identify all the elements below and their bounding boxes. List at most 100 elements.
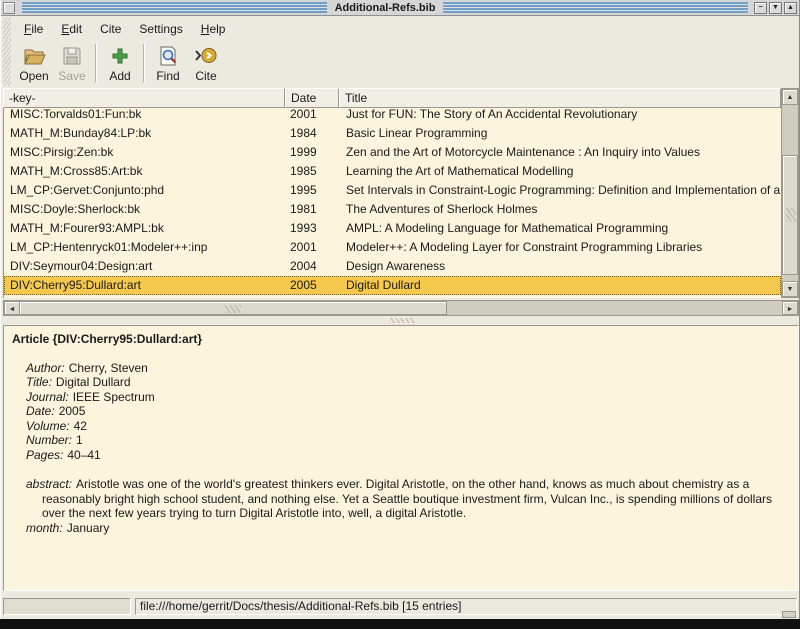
toolbar: Open Save Add [1, 40, 799, 86]
table-row[interactable]: DIV:Seymour04:Design:art2004Design Aware… [4, 257, 781, 276]
cell-title: Set Intervals in Constraint-Logic Progra… [340, 181, 781, 200]
cell-key: DIV:Seymour04:Design:art [4, 257, 286, 276]
cell-date: 2005 [286, 276, 340, 295]
detail-field: Journal: IEEE Spectrum [26, 390, 790, 405]
open-button[interactable]: Open [15, 40, 53, 86]
detail-field: Date: 2005 [26, 404, 790, 419]
status-progress-area [3, 598, 131, 615]
scroll-right-icon[interactable]: ► [782, 301, 798, 315]
toolbar-separator [143, 44, 145, 82]
field-label: Journal: [26, 390, 69, 404]
cell-date: 2001 [286, 108, 340, 124]
cell-title: AMPL: A Modeling Language for Mathematic… [340, 219, 781, 238]
menu-settings[interactable]: Settings [130, 19, 191, 39]
column-header-date[interactable]: Date [285, 88, 339, 108]
pane-splitter[interactable] [1, 316, 799, 325]
scroll-thumb-grip [225, 305, 241, 313]
menu-file[interactable]: File [15, 19, 52, 39]
window-resize-grip[interactable] [782, 611, 796, 618]
vertical-scrollbar-thumb[interactable] [782, 155, 798, 275]
scroll-left-icon[interactable]: ◄ [4, 301, 20, 315]
cell-title: Digital Dullard [340, 276, 781, 295]
table-row[interactable]: MATH_M:Fourer93:AMPL:bk1993AMPL: A Model… [4, 219, 781, 238]
minimize-button[interactable]: − [754, 2, 767, 14]
save-button-label: Save [58, 69, 85, 83]
scroll-up-icon[interactable]: ▲ [782, 89, 798, 105]
field-value: Cherry, Steven [69, 361, 148, 375]
titlebar[interactable]: Additional-Refs.bib − ▼ ▲ [1, 0, 799, 16]
menu-cite[interactable]: Cite [91, 19, 130, 39]
titlebar-stripe-left [22, 2, 327, 13]
desktop-background [0, 619, 800, 629]
cell-key: MATH_M:Bunday84:LP:bk [4, 124, 286, 143]
menubar-grip-handle[interactable] [3, 17, 11, 40]
field-label: Date: [26, 404, 55, 418]
cell-key: MISC:Torvalds01:Fun:bk [4, 108, 286, 124]
cell-key: MATH_M:Cross85:Art:bk [4, 162, 286, 181]
cell-date: 1984 [286, 124, 340, 143]
splitter-grip [389, 318, 415, 323]
menu-help[interactable]: Help [192, 19, 235, 39]
month-label: month: [26, 521, 63, 535]
field-label: Author: [26, 361, 65, 375]
detail-field: Number:1 [26, 433, 790, 448]
cell-title: Design Awareness [340, 257, 781, 276]
cell-key: LM_CP:Hentenryck01:Modeler++:inp [4, 238, 286, 257]
field-value: 42 [74, 419, 87, 433]
column-header-key[interactable]: -key- [3, 88, 285, 108]
window-menu-button[interactable] [3, 2, 15, 14]
table-row[interactable]: MATH_M:Bunday84:LP:bk1984Basic Linear Pr… [4, 124, 781, 143]
cite-button[interactable]: Cite [187, 40, 225, 86]
abstract-label: abstract: [26, 477, 72, 491]
statusbar: file:///home/gerrit/Docs/thesis/Addition… [1, 595, 799, 617]
table-row[interactable]: MISC:Doyle:Sherlock:bk1981The Adventures… [4, 200, 781, 219]
cell-key: MISC:Doyle:Sherlock:bk [4, 200, 286, 219]
table-body: MISC:Torvalds01:Fun:bk2001Just for FUN: … [3, 108, 781, 298]
table-row[interactable]: LM_CP:Hentenryck01:Modeler++:inp2001Mode… [4, 238, 781, 257]
find-button[interactable]: Find [149, 40, 187, 86]
open-button-label: Open [19, 69, 48, 83]
titlebar-stripe-right [443, 2, 748, 13]
menubar: FileEditCiteSettingsHelp [1, 17, 799, 40]
add-button-label: Add [109, 69, 130, 83]
cell-title: The Adventures of Sherlock Holmes [340, 200, 781, 219]
menubar-items: FileEditCiteSettingsHelp [15, 19, 234, 39]
list-header: -key- Date Title [3, 88, 781, 108]
table-row[interactable]: DIV:Cherry95:Dullard:art2005Digital Dull… [4, 276, 781, 295]
field-label: Title: [26, 375, 52, 389]
cell-key: MATH_M:Fourer93:AMPL:bk [4, 219, 286, 238]
shade-button[interactable]: ▼ [769, 2, 782, 14]
detail-field: Volume:42 [26, 419, 790, 434]
field-value: 1 [76, 433, 83, 447]
table-row[interactable]: MISC:Pirsig:Zen:bk1999Zen and the Art of… [4, 143, 781, 162]
scroll-thumb-grip [786, 208, 796, 222]
save-button[interactable]: Save [53, 40, 91, 86]
toolbar-grip-handle[interactable] [3, 40, 11, 86]
entry-month: month: January [26, 521, 790, 536]
cell-title: Just for FUN: The Story of An Accidental… [340, 108, 781, 124]
window-title: Additional-Refs.bib [331, 2, 440, 14]
maximize-button[interactable]: ▲ [784, 2, 797, 14]
cell-date: 1995 [286, 181, 340, 200]
vertical-scrollbar[interactable]: ▲ ▼ [781, 88, 799, 298]
find-button-label: Find [156, 69, 179, 83]
menu-edit[interactable]: Edit [52, 19, 91, 39]
horizontal-scrollbar[interactable]: ◄ ► [3, 300, 799, 316]
toolbar-separator [95, 44, 97, 82]
scroll-down-icon[interactable]: ▼ [782, 281, 798, 297]
field-value: 2005 [59, 404, 86, 418]
cell-title: Zen and the Art of Motorcycle Maintenanc… [340, 143, 781, 162]
cite-button-label: Cite [195, 69, 216, 83]
application-window: Additional-Refs.bib − ▼ ▲ FileEditCiteSe… [0, 0, 800, 619]
cell-key: MISC:Pirsig:Zen:bk [4, 143, 286, 162]
column-header-title[interactable]: Title [339, 88, 781, 108]
cite-coin-icon [194, 44, 218, 68]
month-value: January [67, 521, 110, 535]
field-value: IEEE Spectrum [73, 390, 155, 404]
table-row[interactable]: MATH_M:Cross85:Art:bk1985Learning the Ar… [4, 162, 781, 181]
add-button[interactable]: Add [101, 40, 139, 86]
horizontal-scrollbar-thumb[interactable] [19, 301, 447, 315]
detail-field: Title:Digital Dullard [26, 375, 790, 390]
table-row[interactable]: LM_CP:Gervet:Conjunto:phd1995Set Interva… [4, 181, 781, 200]
table-row[interactable]: MISC:Torvalds01:Fun:bk2001Just for FUN: … [4, 108, 781, 124]
